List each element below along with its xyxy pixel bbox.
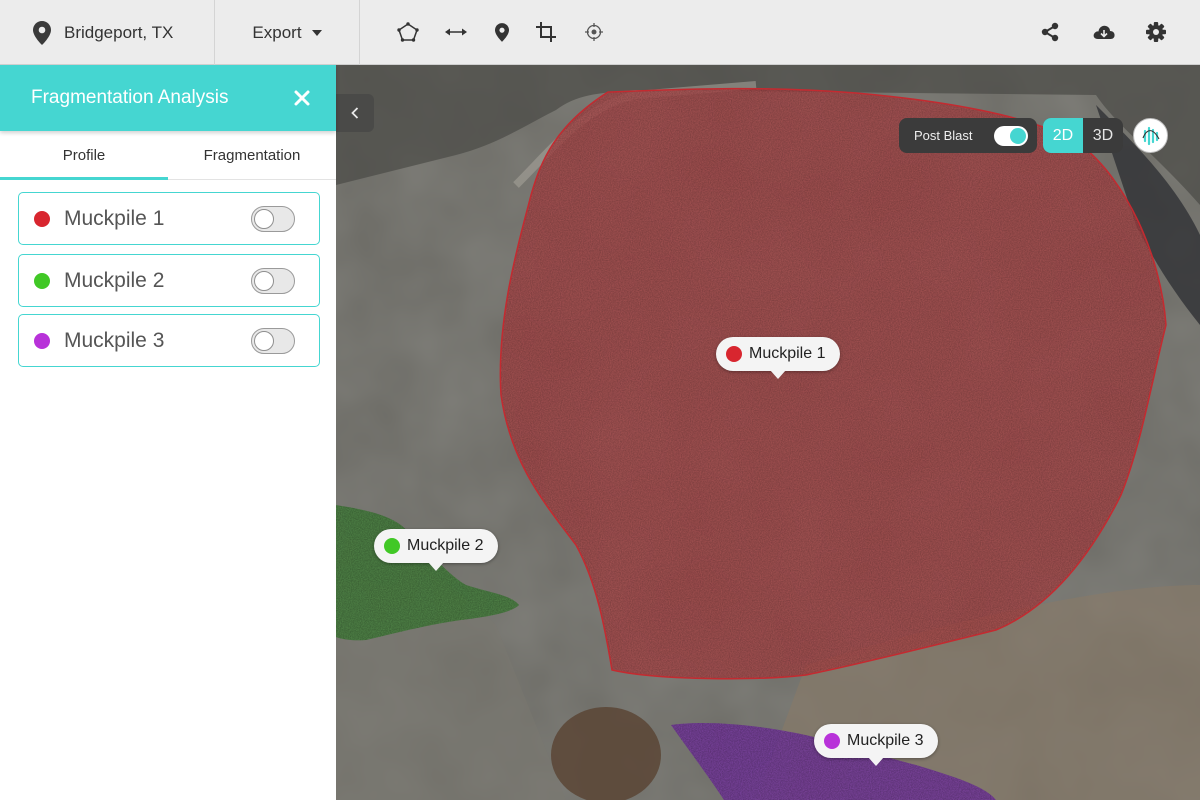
color-dot: [384, 538, 400, 554]
switch-knob: [254, 331, 274, 351]
collapse-panel-button[interactable]: [336, 94, 374, 132]
cloud-download-icon: [1093, 25, 1115, 39]
aerial-imagery: [336, 65, 1200, 800]
post-blast-switch[interactable]: [994, 126, 1028, 146]
color-dot: [34, 332, 50, 349]
fragmentation-panel: Fragmentation Analysis Profile Fragmenta…: [0, 65, 336, 800]
chevron-left-icon: [351, 107, 359, 119]
location-pin-icon: [495, 22, 509, 42]
muckpile-item-2[interactable]: Muckpile 2: [18, 254, 320, 307]
muckpile-item-1[interactable]: Muckpile 1: [18, 192, 320, 245]
export-dropdown[interactable]: Export: [215, 0, 360, 65]
gear-icon: [1146, 22, 1166, 42]
export-label: Export: [252, 22, 302, 42]
map-label-muckpile-1[interactable]: Muckpile 1: [716, 337, 841, 379]
location-pin-icon: [33, 20, 51, 45]
view-2d-button[interactable]: 2D: [1043, 118, 1083, 153]
measure-distance-icon: [445, 28, 467, 36]
crop-tool[interactable]: [534, 20, 558, 44]
muckpile-item-3[interactable]: Muckpile 3: [18, 314, 320, 367]
map-label-text: Muckpile 1: [749, 345, 826, 362]
location-name: Bridgeport, TX: [64, 22, 174, 42]
post-blast-toggle[interactable]: Post Blast: [899, 118, 1037, 153]
place-marker-tool[interactable]: [490, 20, 514, 44]
switch-knob: [254, 271, 274, 291]
histogram-button[interactable]: [1133, 118, 1168, 153]
close-panel-button[interactable]: [292, 88, 312, 108]
muckpile-label: Muckpile 1: [64, 206, 165, 230]
share-icon: [1041, 22, 1059, 42]
map-label-text: Muckpile 2: [407, 537, 484, 554]
muckpile-toggle[interactable]: [251, 206, 295, 232]
panel-header: Fragmentation Analysis: [0, 65, 336, 131]
polygon-icon: [397, 22, 419, 42]
post-blast-label: Post Blast: [914, 128, 973, 143]
share-button[interactable]: [1038, 20, 1062, 44]
color-dot: [824, 733, 840, 749]
panel-title: Fragmentation Analysis: [31, 87, 229, 108]
panel-tabs: Profile Fragmentation: [0, 131, 336, 180]
view-mode-switch: 2D 3D: [1043, 118, 1123, 153]
close-icon: [294, 90, 310, 106]
top-toolbar: Bridgeport, TX Export: [0, 0, 1200, 65]
color-dot: [34, 210, 50, 227]
map-label-muckpile-3[interactable]: Muckpile 3: [814, 724, 939, 766]
map-label-muckpile-2[interactable]: Muckpile 2: [374, 529, 499, 571]
target-icon: [585, 23, 603, 41]
target-tool[interactable]: [582, 20, 606, 44]
switch-knob: [1010, 128, 1026, 144]
view-3d-button[interactable]: 3D: [1083, 118, 1123, 153]
polygon-tool[interactable]: [396, 20, 420, 44]
crop-icon: [536, 22, 556, 42]
chevron-down-icon: [311, 29, 322, 36]
tab-fragmentation[interactable]: Fragmentation: [168, 131, 336, 179]
histogram-icon: [1141, 126, 1159, 145]
location-selector[interactable]: Bridgeport, TX: [0, 0, 215, 65]
switch-knob: [254, 209, 274, 229]
cloud-download-button[interactable]: [1092, 20, 1116, 44]
tab-profile[interactable]: Profile: [0, 131, 168, 180]
muckpile-label: Muckpile 3: [64, 328, 165, 352]
map-label-text: Muckpile 3: [847, 732, 924, 749]
map-view[interactable]: Post Blast 2D 3D Muckpile 1 Muckpile 2 M…: [336, 65, 1200, 800]
muckpile-toggle[interactable]: [251, 268, 295, 294]
color-dot: [34, 272, 50, 289]
color-dot: [726, 346, 742, 362]
settings-button[interactable]: [1144, 20, 1168, 44]
muckpile-label: Muckpile 2: [64, 268, 165, 292]
muckpile-toggle[interactable]: [251, 328, 295, 354]
measure-distance-tool[interactable]: [444, 20, 468, 44]
